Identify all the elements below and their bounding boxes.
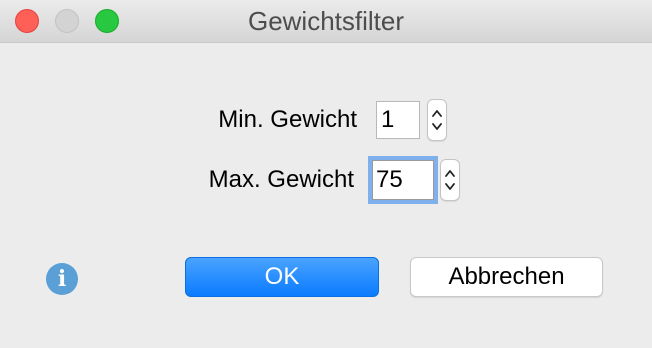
- title-bar: Gewichtsfilter: [0, 0, 652, 43]
- min-weight-stepper[interactable]: [427, 99, 447, 141]
- max-weight-field[interactable]: 75: [372, 160, 434, 200]
- stepper-arrows-icon: [432, 110, 442, 130]
- ok-button[interactable]: OK: [185, 257, 379, 297]
- max-weight-stepper[interactable]: [440, 159, 460, 201]
- info-icon[interactable]: i: [46, 263, 78, 295]
- dialog-window: Gewichtsfilter Min. Gewicht 1 Max. Gewic…: [0, 0, 652, 348]
- min-weight-field[interactable]: 1: [376, 101, 420, 139]
- stepper-arrows-icon: [445, 170, 455, 190]
- min-weight-label: Min. Gewicht: [218, 106, 357, 133]
- window-title: Gewichtsfilter: [247, 6, 405, 36]
- max-weight-label: Max. Gewicht: [208, 166, 354, 193]
- cancel-button[interactable]: Abbrechen: [410, 257, 603, 297]
